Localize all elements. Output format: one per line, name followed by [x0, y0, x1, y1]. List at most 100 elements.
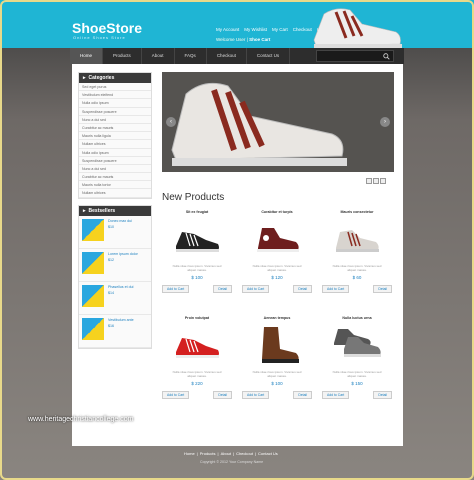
add-to-cart-button[interactable]: Add to Cart — [162, 285, 190, 293]
product-image[interactable] — [240, 214, 314, 264]
arrow-icon: ▸ — [83, 75, 86, 81]
bestseller-price: $16 — [108, 323, 114, 328]
detail-button[interactable]: Detail — [213, 285, 232, 293]
bestseller-item[interactable]: Vestibulum ante $16 — [79, 315, 151, 348]
slider-dot[interactable] — [373, 178, 379, 184]
category-item[interactable]: Curabitur ac mauris — [79, 124, 151, 133]
slider-prev-button[interactable]: ‹ — [166, 117, 176, 127]
product-price: $ 120 — [271, 275, 283, 280]
category-item[interactable]: Curabitur ac mauris — [79, 173, 151, 182]
category-item[interactable]: Nunc a dui sed — [79, 165, 151, 174]
add-to-cart-button[interactable]: Add to Cart — [242, 285, 270, 293]
bestseller-item[interactable]: Lorem ipsum dolor $12 — [79, 249, 151, 282]
product-image[interactable] — [240, 320, 314, 370]
tagline: Online Shoes Store — [73, 35, 126, 40]
shoe-image — [262, 327, 299, 363]
bestseller-name[interactable]: Lorem ipsum dolor — [108, 252, 138, 256]
category-item[interactable]: Nullam ultrices — [79, 189, 151, 198]
category-item[interactable]: Nulla odio ipsum — [79, 99, 151, 108]
slider-dot[interactable] — [380, 178, 386, 184]
add-to-cart-button[interactable]: Add to Cart — [322, 285, 350, 293]
nav-contact[interactable]: Contact Us — [247, 48, 291, 64]
shoe-image — [334, 329, 381, 357]
search-icon[interactable] — [383, 53, 390, 60]
slider-next-button[interactable]: › — [380, 117, 390, 127]
add-to-cart-button[interactable]: Add to Cart — [242, 391, 270, 399]
product-image[interactable] — [320, 320, 394, 370]
bestsellers-box: ▸ Bestsellers Donec max dui $10 Lorem ipsu… — [78, 204, 152, 349]
bestseller-price: $14 — [108, 290, 114, 295]
category-item[interactable]: Nunc a dui sed — [79, 116, 151, 124]
product-image[interactable] — [160, 320, 234, 370]
footer-link-products[interactable]: Products — [200, 451, 216, 456]
top-link-cart[interactable]: My Cart — [272, 27, 288, 32]
category-item[interactable]: Vestibulum eleifend — [79, 91, 151, 100]
top-link-account[interactable]: My Account — [216, 27, 239, 32]
footer-links: Home | Products | About | Checkout | Contact… — [184, 451, 278, 456]
nav-faqs[interactable]: FAQs — [175, 48, 207, 64]
product-grid: Sit ex feugiat Nulla vitae risus ipsum. … — [160, 210, 398, 418]
detail-button[interactable]: Detail — [373, 391, 392, 399]
header-shoe-image — [313, 8, 402, 48]
category-item[interactable]: Sed eget purus — [79, 83, 151, 92]
detail-button[interactable]: Detail — [373, 285, 392, 293]
bestseller-price: $10 — [108, 224, 114, 229]
bestsellers-title: Bestsellers — [88, 207, 116, 214]
bestseller-price: $12 — [108, 257, 114, 262]
bestseller-name[interactable]: Donec max dui — [108, 219, 132, 223]
footer-link-checkout[interactable]: Checkout — [236, 451, 253, 456]
nav-about[interactable]: About — [142, 48, 175, 64]
nav-products[interactable]: Products — [103, 48, 142, 64]
product-desc: Nulla vitae risus ipsum. Vivamus sed ali… — [252, 370, 302, 378]
shoe-cart-link[interactable]: Shoe Cart — [249, 37, 270, 42]
categories-title: Categories — [88, 75, 115, 81]
nav-checkout[interactable]: Checkout — [207, 48, 247, 64]
sidebar: ▸ Categories Sed eget purus Vestibulum el… — [78, 72, 152, 349]
product-price: $ 100 — [271, 381, 283, 386]
category-list: Sed eget purus Vestibulum eleifend Nulla… — [79, 83, 151, 198]
category-item[interactable]: Suspendisse posuere — [79, 108, 151, 116]
product-card: Mauris consectetur Nulla vitae risus ips… — [320, 210, 394, 312]
footer-link-home[interactable]: Home — [184, 451, 195, 456]
shoe-image — [176, 338, 219, 358]
product-image[interactable] — [160, 214, 234, 264]
footer-link-contact[interactable]: Contact Us — [258, 451, 278, 456]
product-thumbnail — [82, 317, 104, 340]
bestseller-item[interactable]: Phasellus et dui $14 — [79, 282, 151, 315]
product-price: $ 150 — [351, 381, 363, 386]
shoe-image — [336, 230, 379, 252]
section-title: New Products — [162, 192, 225, 203]
category-item[interactable]: Suspendisse posuere — [79, 157, 151, 165]
slider-dot[interactable] — [366, 178, 372, 184]
top-link-wishlist[interactable]: My Wishlist — [244, 27, 267, 32]
detail-button[interactable]: Detail — [293, 285, 312, 293]
watermark: www.heritagechristiancollege.com — [28, 416, 134, 423]
product-thumbnail — [82, 218, 104, 241]
product-price: $ 60 — [352, 275, 362, 280]
product-card: Aenean tempus Nulla vitae risus ipsum. V… — [240, 316, 314, 418]
bestseller-name[interactable]: Vestibulum ante — [108, 318, 134, 322]
detail-button[interactable]: Detail — [293, 391, 312, 399]
detail-button[interactable]: Detail — [213, 391, 232, 399]
categories-header: ▸ Categories — [79, 73, 151, 83]
category-item[interactable]: Mauris nulla ligula — [79, 132, 151, 141]
product-image[interactable] — [320, 214, 394, 264]
category-item[interactable]: Nulla odio ipsum — [79, 149, 151, 157]
add-to-cart-button[interactable]: Add to Cart — [162, 391, 190, 399]
footer-link-about[interactable]: About — [221, 451, 231, 456]
logo[interactable]: ShoeStore — [72, 20, 142, 36]
nav-home[interactable]: Home — [70, 48, 104, 64]
bestseller-name[interactable]: Phasellus et dui — [108, 285, 133, 289]
category-item[interactable]: Nullam ultrices — [79, 140, 151, 149]
slider-shoe-image — [171, 82, 347, 166]
categories-box: ▸ Categories Sed eget purus Vestibulum el… — [78, 72, 152, 199]
shoe-image — [257, 228, 299, 252]
product-desc: Nulla vitae risus ipsum. Vivamus sed ali… — [332, 370, 382, 378]
product-desc: Nulla vitae risus ipsum. Vivamus sed ali… — [332, 264, 382, 272]
search-box — [316, 50, 394, 68]
category-item[interactable]: Mauris nulla tortor — [79, 181, 151, 190]
welcome-label: Welcome User — [216, 37, 246, 42]
bestseller-item[interactable]: Donec max dui $10 — [79, 216, 151, 249]
add-to-cart-button[interactable]: Add to Cart — [322, 391, 350, 399]
product-price: $ 220 — [191, 381, 203, 386]
